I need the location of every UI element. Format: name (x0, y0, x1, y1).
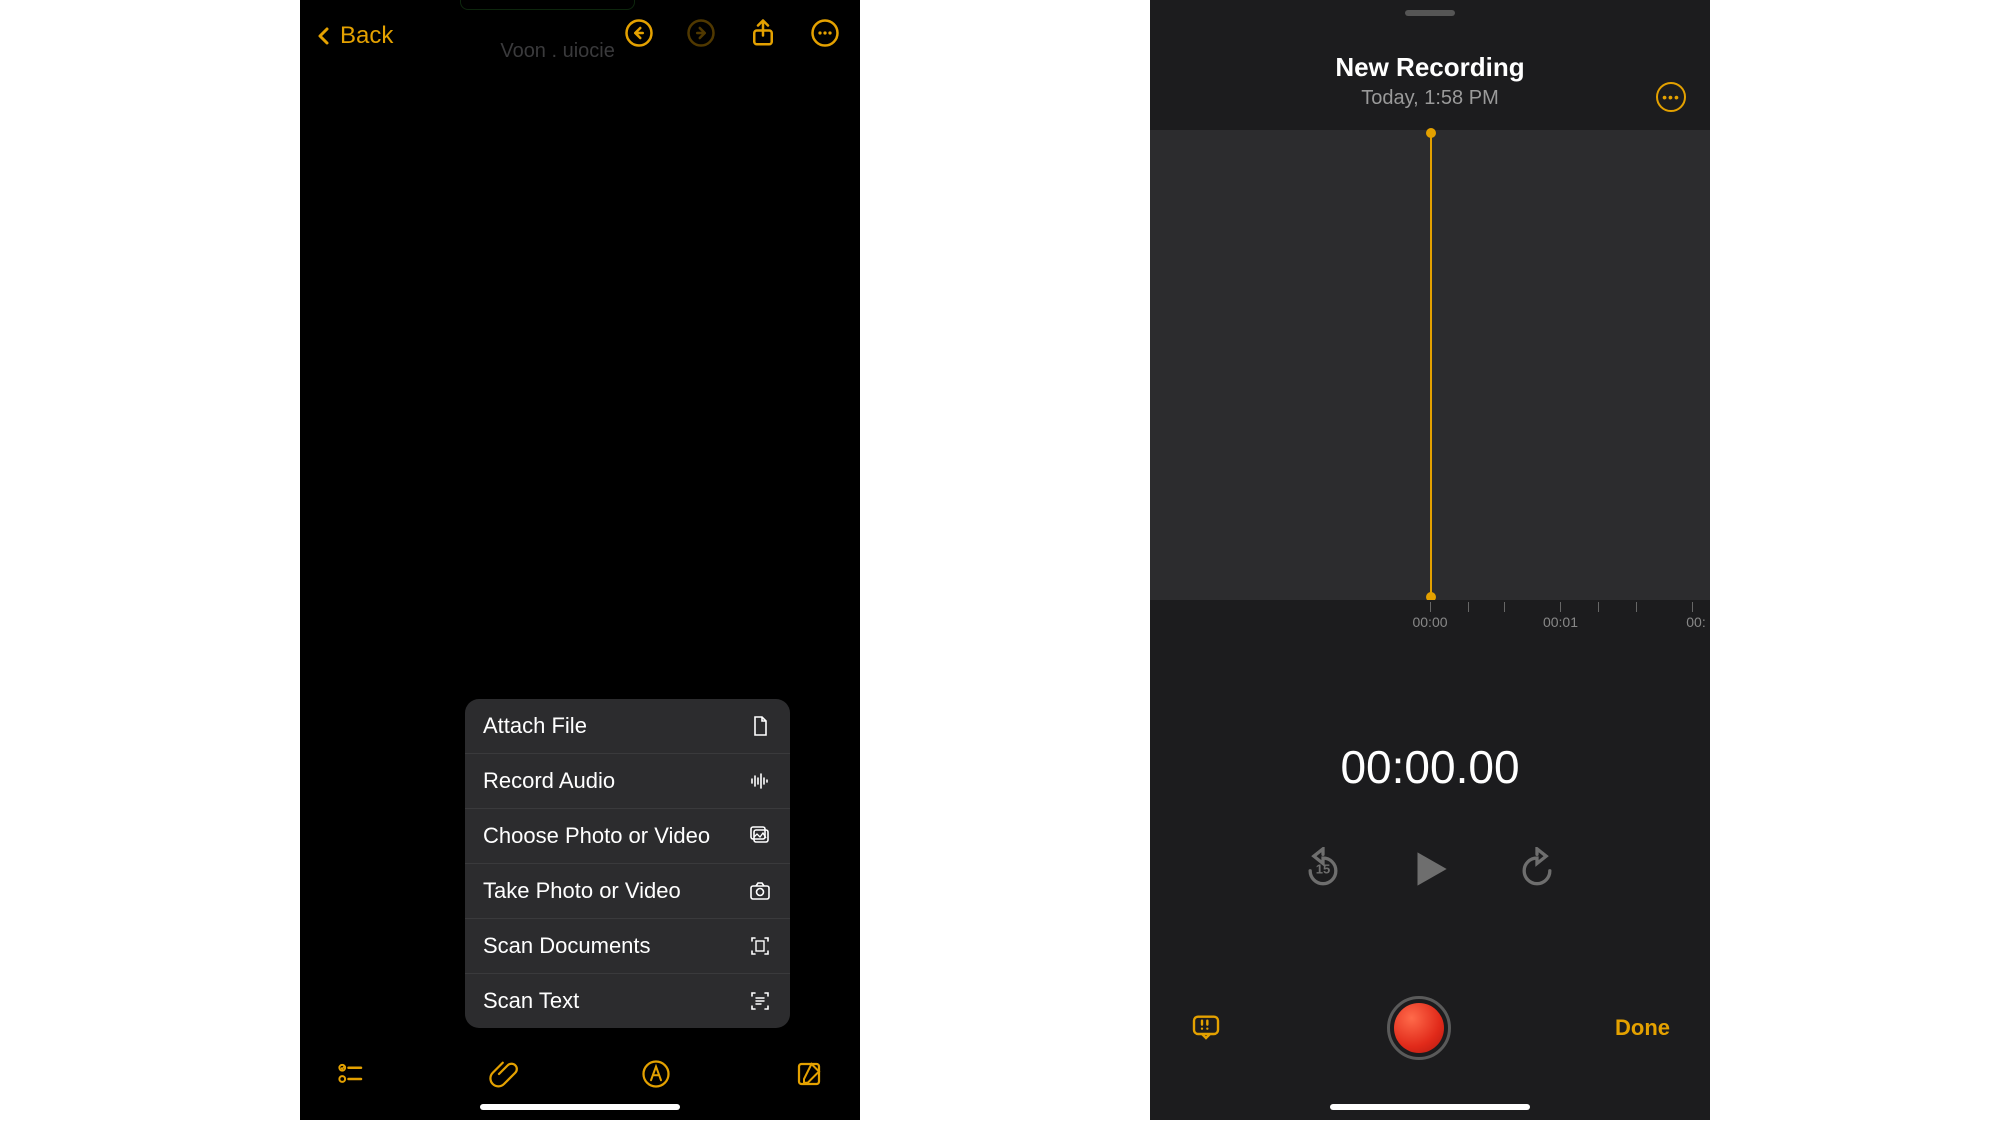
more-options-button[interactable]: ••• (1656, 82, 1686, 112)
file-icon (748, 714, 772, 738)
time-ruler[interactable]: 00:00 00:01 00: (1150, 600, 1710, 650)
skip-forward-button[interactable] (1515, 847, 1559, 891)
ruler-tick-0: 00:00 (1412, 614, 1447, 630)
play-button[interactable] (1405, 844, 1455, 894)
home-indicator[interactable] (480, 1104, 680, 1110)
scan-document-icon (748, 934, 772, 958)
markup-button[interactable] (641, 1059, 671, 1094)
notes-screen: Back (300, 0, 860, 1120)
share-button[interactable] (748, 18, 778, 53)
voice-memos-screen: New Recording Today, 1:58 PM ••• 00:00 0… (1150, 0, 1710, 1120)
paperclip-icon (489, 1059, 519, 1089)
skip-forward-icon (1515, 847, 1559, 891)
record-button[interactable] (1387, 996, 1451, 1060)
scan-text-icon (748, 989, 772, 1013)
compose-icon (794, 1059, 824, 1089)
checklist-button[interactable] (336, 1059, 366, 1094)
menu-take-media[interactable]: Take Photo or Video (465, 864, 790, 919)
waveform-area[interactable] (1150, 130, 1710, 600)
attachment-menu: Attach File Record Audio Choose Photo or… (465, 699, 790, 1028)
menu-attach-file[interactable]: Attach File (465, 699, 790, 754)
share-icon (748, 18, 778, 48)
record-indicator (1394, 1003, 1444, 1053)
compose-button[interactable] (794, 1059, 824, 1094)
elapsed-time: 00:00.00 (1150, 740, 1710, 794)
menu-label: Scan Text (483, 988, 579, 1014)
photo-library-icon (748, 824, 772, 848)
play-icon (1405, 844, 1455, 894)
waveform-icon (748, 769, 772, 793)
menu-label: Take Photo or Video (483, 878, 681, 904)
skip-back-amount: 15 (1316, 862, 1330, 877)
menu-label: Scan Documents (483, 933, 651, 959)
redo-button[interactable] (686, 18, 716, 53)
recording-subtitle: Today, 1:58 PM (1150, 87, 1710, 110)
checklist-icon (336, 1059, 366, 1089)
redo-icon (686, 18, 716, 48)
back-label: Back (340, 22, 393, 50)
menu-label: Attach File (483, 713, 587, 739)
transcript-button[interactable] (1190, 1010, 1222, 1047)
skip-back-button[interactable]: 15 (1301, 847, 1345, 891)
undo-icon (624, 18, 654, 48)
markup-icon (641, 1059, 671, 1089)
undo-button[interactable] (624, 18, 654, 53)
transcript-icon (1190, 1010, 1222, 1042)
back-button[interactable]: Back (312, 22, 393, 50)
dynamic-island-outline (460, 0, 635, 10)
menu-label: Choose Photo or Video (483, 823, 710, 849)
playhead-indicator[interactable] (1430, 130, 1432, 600)
menu-record-audio[interactable]: Record Audio (465, 754, 790, 809)
notes-bottom-toolbar (300, 1059, 860, 1094)
chevron-left-icon (312, 24, 336, 48)
camera-icon (748, 879, 772, 903)
done-button[interactable]: Done (1615, 1015, 1670, 1041)
ellipsis-icon: ••• (1662, 89, 1680, 105)
recording-title: New Recording (1150, 52, 1710, 83)
recording-header: New Recording Today, 1:58 PM ••• (1150, 16, 1710, 130)
menu-label: Record Audio (483, 768, 615, 794)
more-button[interactable] (810, 18, 840, 53)
menu-scan-text[interactable]: Scan Text (465, 974, 790, 1028)
ellipsis-circle-icon (810, 18, 840, 48)
menu-choose-media[interactable]: Choose Photo or Video (465, 809, 790, 864)
home-indicator[interactable] (1330, 1104, 1530, 1110)
attachment-button[interactable] (489, 1059, 519, 1094)
transport-controls: 15 (1150, 844, 1710, 894)
ruler-tick-2: 00: (1686, 614, 1705, 630)
menu-scan-documents[interactable]: Scan Documents (465, 919, 790, 974)
ruler-tick-1: 00:01 (1543, 614, 1578, 630)
dimmed-note-content: Voon . uiocie (500, 40, 615, 63)
bottom-controls: Done (1150, 996, 1710, 1060)
